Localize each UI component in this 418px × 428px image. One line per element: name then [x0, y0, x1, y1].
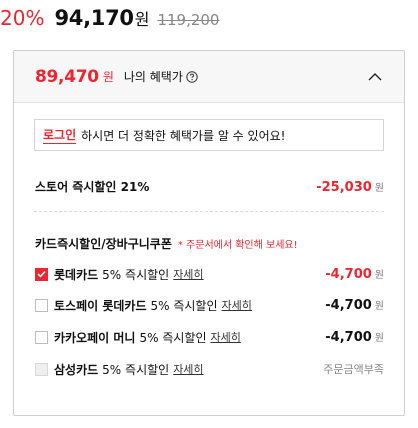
card-rate: 5% 즉시할인 [102, 267, 170, 282]
card-option-lotte: 롯데카드 5% 즉시할인 자세히 -4,700 원 [35, 265, 384, 283]
card-option-tosspay-lotte: 토스페이 롯데카드 5% 즉시할인 자세히 -4,700 원 [35, 296, 384, 314]
check-icon [37, 270, 46, 278]
card-discount-amount: -4,700 [325, 267, 372, 282]
question-icon[interactable] [186, 70, 198, 83]
card-discount-amount: -4,700 [325, 330, 372, 345]
card-discount-value: -4,700 원 [325, 266, 384, 282]
store-discount-label: 스토어 즉시할인 21% [35, 180, 150, 194]
my-benefit-label: 나의 혜택가 [123, 70, 183, 84]
store-discount-row: 스토어 즉시할인 21% -25,030 원 [35, 176, 384, 195]
price-summary: 20% 94,170 원 119,200 [0, 6, 219, 34]
card-discount-value: -4,700 원 [325, 297, 384, 313]
checkbox-kakaopay[interactable] [35, 330, 48, 344]
card-name: 삼성카드 [54, 362, 99, 377]
discount-rate: 20% [0, 6, 45, 30]
card-discount-unit: 원 [374, 301, 384, 312]
card-detail-link[interactable]: 자세히 [173, 361, 203, 377]
login-notice: 로그인 하시면 더 정확한 혜택가를 알 수 있어요! [34, 119, 384, 151]
card-name: 롯데카드 [54, 267, 99, 282]
card-discount-value: -4,700 원 [325, 329, 384, 345]
card-detail-link[interactable]: 자세히 [222, 297, 252, 313]
store-discount-unit: 원 [374, 183, 384, 194]
checkbox-tosspay-lotte[interactable] [35, 298, 48, 312]
card-rate: 5% 즉시할인 [139, 330, 207, 345]
store-discount-amount: -25,030 [316, 180, 372, 195]
collapse-button[interactable] [364, 66, 386, 88]
card-discount-unit: 원 [374, 333, 384, 344]
card-rate: 5% 즉시할인 [150, 298, 218, 313]
card-name: 토스페이 롯데카드 [54, 298, 147, 313]
card-discount-unit: 원 [374, 270, 384, 281]
card-option-kakaopay: 카카오페이 머니 5% 즉시할인 자세히 -4,700 원 [35, 328, 384, 346]
insufficient-amount-status: 주문금액부족 [323, 363, 384, 376]
checkbox-samsung [35, 362, 48, 376]
store-discount-value: -25,030 원 [316, 176, 384, 195]
my-benefit-price-unit: 원 [102, 70, 114, 84]
sale-price: 94,170 [54, 6, 134, 30]
login-notice-message: 하시면 더 정확한 혜택가를 알 수 있어요! [81, 128, 286, 143]
card-discount-amount: -4,700 [325, 298, 372, 313]
benefit-header[interactable]: 89,470 원 나의 혜택가 [14, 51, 404, 103]
checkbox-lotte[interactable] [35, 267, 48, 281]
card-name: 카카오페이 머니 [54, 330, 136, 345]
sale-price-unit: 원 [134, 10, 150, 29]
my-benefit-price: 89,470 [35, 66, 99, 87]
chevron-up-icon [368, 73, 382, 81]
card-discount-note: * 주문서에서 확인해 보세요! [177, 240, 298, 251]
login-link[interactable]: 로그인 [43, 126, 77, 144]
original-price: 119,200 [157, 11, 220, 29]
benefit-panel: 89,470 원 나의 혜택가 로그인 하시면 더 정확한 혜택가를 알 수 있… [13, 50, 405, 416]
card-detail-link[interactable]: 자세히 [210, 329, 240, 345]
card-discount-title: 카드즉시할인/장바구니쿠폰 [35, 237, 172, 251]
card-option-samsung: 삼성카드 5% 즉시할인 자세히 주문금액부족 [35, 360, 384, 378]
divider [34, 211, 384, 212]
card-detail-link[interactable]: 자세히 [173, 266, 203, 282]
card-rate: 5% 즉시할인 [102, 362, 170, 377]
card-discount-header: 카드즉시할인/장바구니쿠폰 * 주문서에서 확인해 보세요! [35, 235, 298, 252]
